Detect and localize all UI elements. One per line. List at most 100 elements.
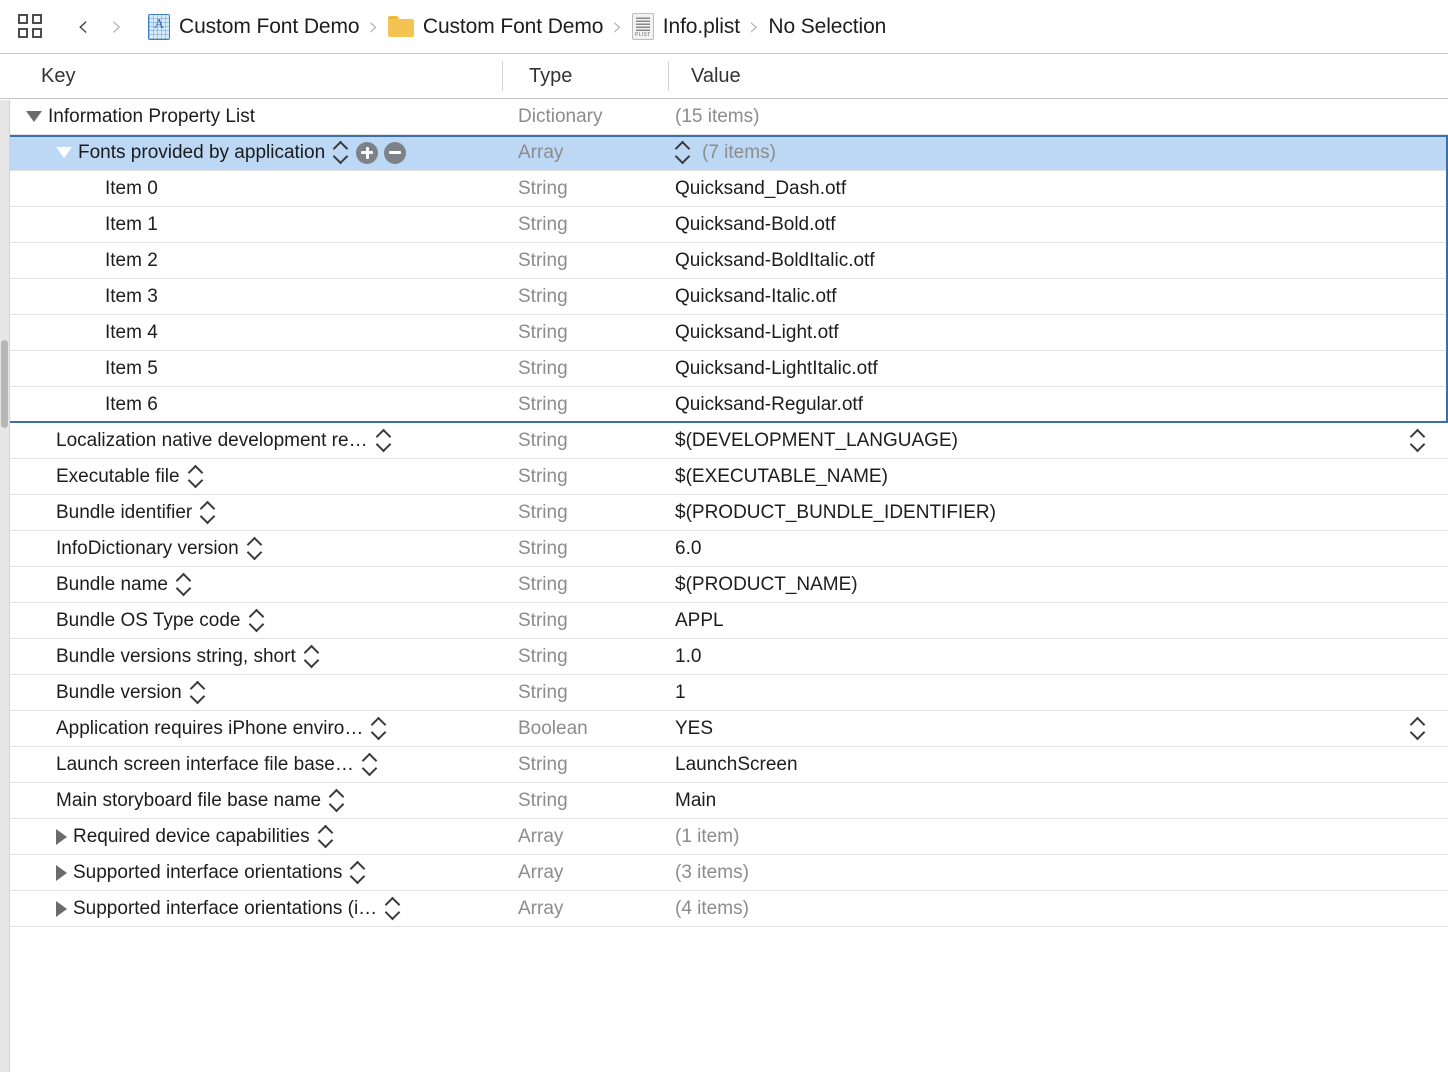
table-row[interactable]: Fonts provided by application Array (7 ite… [0,135,1448,171]
key-stepper-icon[interactable] [329,788,346,814]
cell-key[interactable]: Item 5 [0,351,502,386]
cell-value[interactable]: (15 items) [668,99,1448,134]
table-row[interactable]: Bundle name String $(PRODUCT_NAME) [0,567,1448,603]
table-row[interactable]: Supported interface orientations Array (3 … [0,855,1448,891]
cell-key[interactable]: Supported interface orientations [0,855,502,890]
cell-type[interactable]: String [502,574,668,596]
breadcrumb-item-project[interactable]: Custom Font Demo [148,13,360,40]
disclosure-triangle-open-icon[interactable] [26,111,42,122]
table-row[interactable]: Item 6 String Quicksand-Regular.otf [0,387,1448,423]
cell-type[interactable]: Array [502,142,668,164]
cell-type[interactable]: String [502,538,668,560]
cell-type[interactable]: String [502,178,668,200]
key-stepper-icon[interactable] [376,428,393,454]
cell-key[interactable]: Item 0 [0,171,502,206]
table-row[interactable]: Executable file String $(EXECUTABLE_NAME) [0,459,1448,495]
cell-type[interactable]: Array [502,898,668,920]
cell-key[interactable]: Item 6 [0,387,502,422]
key-stepper-icon[interactable] [176,572,193,598]
cell-value[interactable]: Main [668,783,1448,818]
cell-value[interactable]: YES [668,711,1448,746]
cell-type[interactable]: String [502,358,668,380]
cell-type[interactable]: String [502,610,668,632]
add-row-button[interactable] [356,141,379,164]
cell-key[interactable]: Fonts provided by application [0,135,502,170]
table-row[interactable]: Bundle version String 1 [0,675,1448,711]
cell-value[interactable]: 1.0 [668,639,1448,674]
value-stepper-icon[interactable] [1410,428,1427,454]
cell-type[interactable]: String [502,322,668,344]
cell-type[interactable]: Array [502,862,668,884]
table-row[interactable]: Bundle versions string, short String 1.0 [0,639,1448,675]
key-stepper-icon[interactable] [190,680,207,706]
key-stepper-icon[interactable] [249,608,266,634]
cell-type[interactable]: String [502,790,668,812]
cell-type[interactable]: String [502,754,668,776]
table-row[interactable]: Item 4 String Quicksand-Light.otf [0,315,1448,351]
cell-type[interactable]: String [502,502,668,524]
column-header-value[interactable]: Value [668,61,1448,91]
cell-value[interactable]: $(EXECUTABLE_NAME) [668,459,1448,494]
cell-key[interactable]: Application requires iPhone enviro… [0,711,502,746]
cell-value[interactable]: Quicksand_Dash.otf [668,171,1448,206]
key-stepper-icon[interactable] [247,536,264,562]
table-row[interactable]: Supported interface orientations (i… Arra… [0,891,1448,927]
vertical-scrollbar[interactable] [0,100,10,1072]
cell-value[interactable]: $(PRODUCT_BUNDLE_IDENTIFIER) [668,495,1448,530]
cell-key[interactable]: Bundle version [0,675,502,710]
cell-key[interactable]: Supported interface orientations (i… [0,891,502,926]
cell-key[interactable]: Item 1 [0,207,502,242]
cell-type[interactable]: String [502,430,668,452]
cell-value[interactable]: APPL [668,603,1448,638]
table-row[interactable]: Item 3 String Quicksand-Italic.otf [0,279,1448,315]
cell-key[interactable]: Information Property List [0,99,502,134]
key-stepper-icon[interactable] [200,500,217,526]
table-row[interactable]: Main storyboard file base name String Main [0,783,1448,819]
cell-key[interactable]: Executable file [0,459,502,494]
column-header-key[interactable]: Key [0,65,502,88]
cell-type[interactable]: Dictionary [502,106,668,128]
table-row[interactable]: Information Property List Dictionary (15 i… [0,99,1448,135]
disclosure-triangle-closed-icon[interactable] [56,900,67,917]
cell-type[interactable]: String [502,646,668,668]
breadcrumb-item-file[interactable]: PLIST Info.plist [631,13,740,40]
table-row[interactable]: Application requires iPhone enviro… Boole… [0,711,1448,747]
cell-key[interactable]: Bundle versions string, short [0,639,502,674]
cell-key[interactable]: Localization native development re… [0,423,502,458]
table-row[interactable]: Launch screen interface file base… String… [0,747,1448,783]
cell-key[interactable]: InfoDictionary version [0,531,502,566]
cell-value[interactable]: Quicksand-LightItalic.otf [668,351,1448,386]
key-stepper-icon[interactable] [304,644,321,670]
cell-key[interactable]: Item 4 [0,315,502,350]
cell-value[interactable]: Quicksand-Bold.otf [668,207,1448,242]
table-row[interactable]: Bundle OS Type code String APPL [0,603,1448,639]
key-stepper-icon[interactable] [350,860,367,886]
key-stepper-icon[interactable] [362,752,379,778]
key-stepper-icon[interactable] [371,716,388,742]
cell-value[interactable]: $(PRODUCT_NAME) [668,567,1448,602]
table-row[interactable]: Item 1 String Quicksand-Bold.otf [0,207,1448,243]
table-row[interactable]: Item 0 String Quicksand_Dash.otf [0,171,1448,207]
cell-key[interactable]: Main storyboard file base name [0,783,502,818]
cell-key[interactable]: Item 2 [0,243,502,278]
cell-type[interactable]: String [502,214,668,236]
table-row[interactable]: InfoDictionary version String 6.0 [0,531,1448,567]
cell-key[interactable]: Required device capabilities [0,819,502,854]
breadcrumb-item-selection[interactable]: No Selection [768,15,886,39]
cell-type[interactable]: String [502,394,668,416]
forward-chevron-icon[interactable]: › [100,11,134,42]
cell-value[interactable]: $(DEVELOPMENT_LANGUAGE) [668,423,1448,458]
cell-key[interactable]: Item 3 [0,279,502,314]
key-stepper-icon[interactable] [318,824,335,850]
panel-toggle-icon[interactable] [18,13,44,40]
cell-value[interactable]: Quicksand-Light.otf [668,315,1448,350]
cell-type[interactable]: String [502,682,668,704]
cell-key[interactable]: Bundle name [0,567,502,602]
cell-type[interactable]: String [502,250,668,272]
breadcrumb-item-group[interactable]: Custom Font Demo [387,15,603,39]
cell-value[interactable]: (4 items) [668,891,1448,926]
scrollbar-thumb[interactable] [1,340,8,428]
cell-value[interactable]: 1 [668,675,1448,710]
cell-type[interactable]: String [502,286,668,308]
cell-value[interactable]: (1 item) [668,819,1448,854]
